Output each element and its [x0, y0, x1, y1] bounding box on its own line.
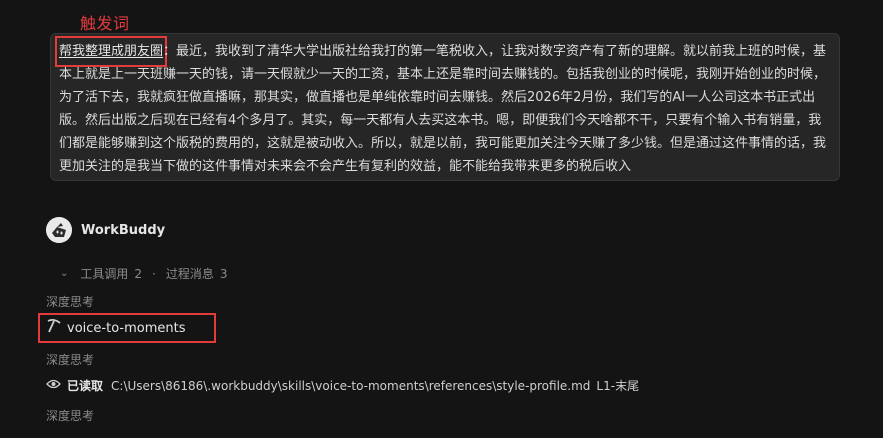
pickaxe-icon [46, 318, 62, 338]
trigger-separator: ： [163, 44, 177, 59]
workbuddy-robot-icon [46, 217, 72, 243]
process-messages-label: 过程消息 [165, 267, 214, 281]
chat-page: 触发词 帮我整理成朋友圈：最近，我收到了清华大学出版社给我打的第一笔税收入，让我… [0, 0, 883, 438]
deep-think-label-2: 深度思考 [46, 353, 95, 367]
stats-separator: · [152, 266, 156, 281]
annotation-trigger-label: 触发词 [80, 14, 130, 33]
read-status-label: 已读取 [67, 379, 104, 393]
tool-calls-label: 工具调用 [80, 267, 129, 281]
assistant-header: WorkBuddy [46, 217, 165, 243]
user-message-body: 最近，我收到了清华大学出版社给我打的第一笔税收入，让我对数字资产有了新的理解。就… [59, 44, 827, 174]
read-line-range: L1-末尾 [596, 379, 640, 393]
deep-think-label-1: 深度思考 [46, 295, 95, 309]
deep-think-label-3: 深度思考 [46, 409, 95, 423]
user-message-card: 帮我整理成朋友圈：最近，我收到了清华大学出版社给我打的第一笔税收入，让我对数字资… [50, 33, 840, 181]
skill-name: voice-to-moments [67, 320, 186, 336]
process-messages-count: 3 [219, 266, 228, 281]
user-message-text: 帮我整理成朋友圈：最近，我收到了清华大学出版社给我打的第一笔税收入，让我对数字资… [54, 36, 829, 178]
skill-invocation-row[interactable]: voice-to-moments [38, 313, 216, 343]
tool-calls-count: 2 [134, 266, 143, 281]
trigger-word-highlight: 帮我整理成朋友圈 [54, 36, 168, 67]
process-stats-toggle[interactable]: ⌄ 工具调用 2 · 过程消息 3 [60, 265, 228, 282]
assistant-name: WorkBuddy [81, 222, 166, 238]
eye-icon [46, 378, 61, 393]
file-read-row[interactable]: 已读取 C:\Users\86186\.workbuddy\skills\voi… [46, 377, 639, 394]
read-file-path: C:\Users\86186\.workbuddy\skills\voice-t… [111, 378, 591, 393]
chevron-down-icon: ⌄ [60, 268, 69, 279]
